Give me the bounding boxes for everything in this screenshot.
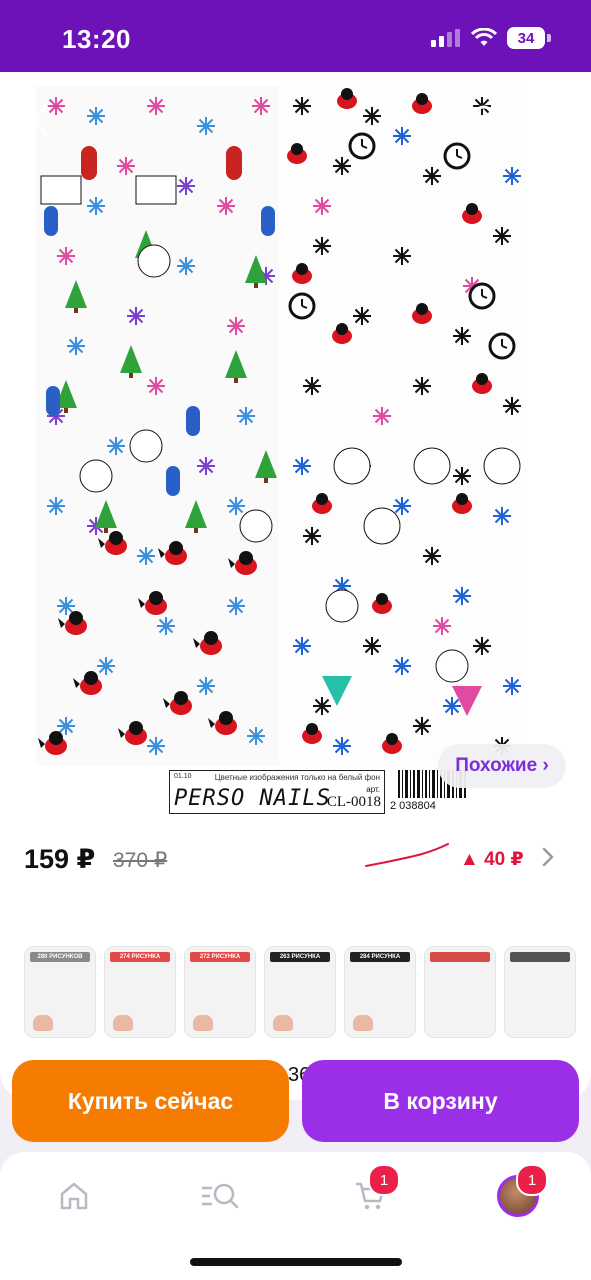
label-article-code: CL-0018 (326, 794, 381, 810)
share-icon (538, 103, 566, 137)
chevron-left-icon (32, 104, 48, 136)
product-image[interactable]: 01.10 Цветные изображения только на белы… (36, 86, 526, 814)
tab-cart[interactable]: 1 (340, 1164, 400, 1218)
current-price: 159 ₽ (24, 844, 96, 874)
variant-title: 284 РИСУНКА (350, 952, 410, 962)
buy-now-button[interactable]: Купить сейчас (12, 1060, 289, 1142)
status-time: 13:20 (62, 24, 131, 54)
variant-thumb[interactable]: 263 РИСУНКА (264, 946, 336, 1038)
tab-home[interactable] (44, 1174, 104, 1218)
variant-title: 274 РИСУНКА (110, 952, 170, 962)
variant-thumb[interactable]: 274 РИСУНКА (104, 946, 176, 1038)
variant-thumb[interactable] (424, 946, 496, 1038)
price-change: ▲ 40 ₽ (460, 849, 524, 870)
product-card: 01.10 Цветные изображения только на белы… (0, 72, 591, 980)
variant-hand (273, 1015, 293, 1031)
variant-title: 280 РИСУНКОВ (30, 952, 90, 962)
chevron-right-icon (542, 847, 554, 867)
add-to-cart-button[interactable]: В корзину (302, 1060, 579, 1142)
variant-hand (33, 1015, 53, 1031)
sticker-sheet-right (282, 86, 526, 766)
variant-thumb[interactable]: 280 РИСУНКОВ (24, 946, 96, 1038)
wifi-icon (471, 28, 497, 46)
battery-indicator: 34 (507, 27, 545, 49)
home-icon (60, 1182, 88, 1210)
variant-hand (353, 1015, 373, 1031)
tab-catalog-search[interactable] (190, 1174, 250, 1218)
tab-profile[interactable]: 1 (488, 1164, 548, 1218)
heart-icon (459, 105, 493, 135)
variant-thumb[interactable]: 284 РИСУНКА (344, 946, 416, 1038)
old-price: 370 ₽ (113, 849, 168, 872)
variant-hand (113, 1015, 133, 1031)
share-button[interactable] (528, 96, 576, 144)
status-icons: 34 (431, 27, 551, 49)
variant-title: 272 РИСУНКА (190, 952, 250, 962)
product-label: 01.10 Цветные изображения только на белы… (169, 770, 385, 814)
cart-badge: 1 (368, 1164, 400, 1196)
variant-title: 263 РИСУНКА (270, 952, 330, 962)
status-bar: 13:20 34 (0, 0, 591, 72)
sticker-sheet-left (36, 86, 279, 766)
label-note: Цветные изображения только на белый фон (214, 773, 380, 782)
similar-button[interactable]: Похожие › (438, 744, 566, 788)
label-small-code: 01.10 (174, 773, 192, 780)
variant-hand (193, 1015, 213, 1031)
label-brand: PERSO NAILS (174, 786, 331, 811)
catalog-search-icon (202, 1183, 239, 1209)
battery-tip (547, 34, 551, 42)
variant-thumb[interactable]: 272 РИСУНКА (184, 946, 256, 1038)
label-article-prefix: арт. (366, 785, 380, 794)
home-indicator (190, 1258, 402, 1266)
back-button[interactable] (16, 96, 64, 144)
variant-title (510, 952, 570, 962)
variant-thumb[interactable] (504, 946, 576, 1038)
favorite-button[interactable] (452, 96, 500, 144)
barcode-number: 2 038804 (390, 800, 436, 812)
signal-icon (431, 29, 460, 47)
variant-title (430, 952, 490, 962)
price-trend-chart (365, 843, 449, 867)
profile-badge: 1 (516, 1164, 548, 1196)
price-row[interactable]: 159 ₽ 370 ₽ ▲ 40 ₽ (0, 820, 591, 880)
